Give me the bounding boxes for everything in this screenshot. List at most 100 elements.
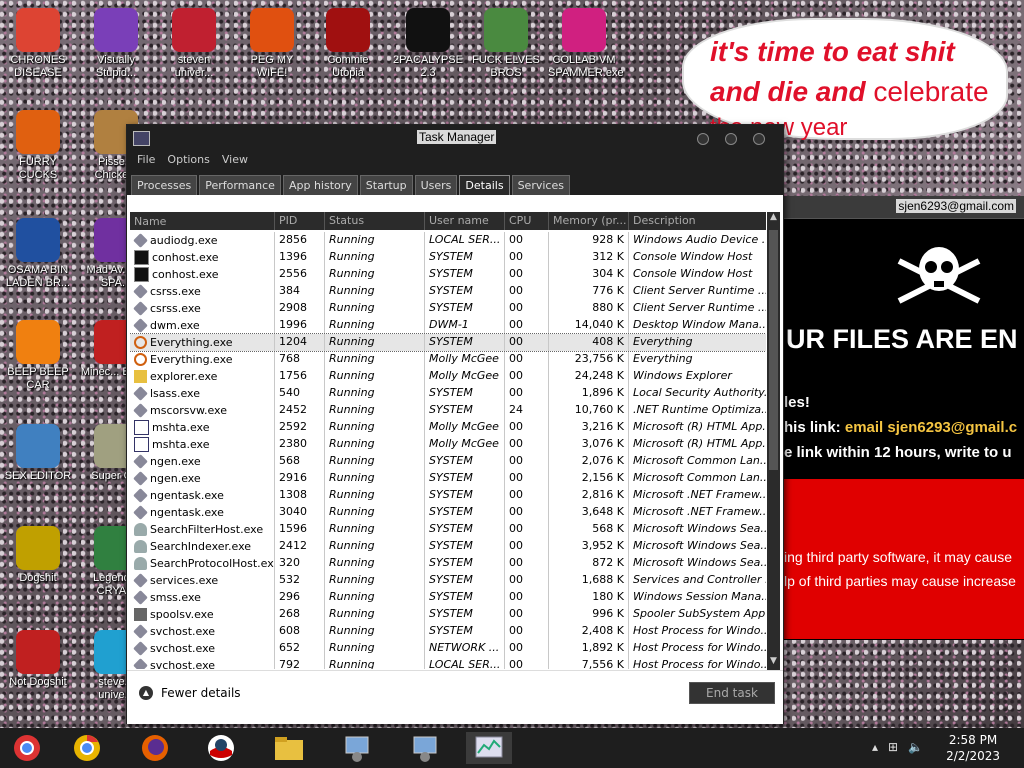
task-manager-titlebar[interactable]: Task Manager <box>127 125 783 151</box>
column-header-description[interactable]: Description <box>629 212 766 230</box>
printer-icon <box>134 608 147 621</box>
process-row[interactable]: services.exe 532 Running SYSTEM 00 1,688 K Ser… <box>130 572 766 589</box>
column-header-memory[interactable]: Memory (pr... <box>549 212 629 230</box>
tab-details[interactable]: Details <box>459 175 510 195</box>
process-name-cell: SearchProtocolHost.exe <box>130 555 275 572</box>
volume-icon[interactable]: 🔈 <box>908 740 923 754</box>
ransom-titlebar[interactable]: sjen6293@gmail.com <box>784 196 1024 219</box>
process-row[interactable]: ngentask.exe 3040 Running SYSTEM 00 3,648 K Mi… <box>130 504 766 521</box>
desktop-icon-hxd[interactable]: SEX EDITOR <box>2 424 74 483</box>
process-desc-cell: Console Window Host <box>633 267 753 280</box>
process-pid-cell: 532 <box>275 572 325 589</box>
taskbar: ▴ ⊞ 🔈 2:58 PM 2/2/2023 <box>0 728 1024 768</box>
desktop-icon-cmd[interactable]: 2PACALYPSE 2.3 <box>392 8 464 80</box>
column-header-pid[interactable]: PID <box>275 212 325 230</box>
process-pid-cell: 2856 <box>275 232 325 249</box>
process-row[interactable]: spoolsv.exe 268 Running SYSTEM 00 996 K Spoole… <box>130 606 766 623</box>
installer-icon <box>413 736 437 762</box>
process-row[interactable]: lsass.exe 540 Running SYSTEM 00 1,896 K Local … <box>130 385 766 402</box>
desktop-icon-label: Dogshit <box>19 572 57 584</box>
minimize-button[interactable] <box>697 133 709 145</box>
process-row[interactable]: svchost.exe 792 Running LOCAL SER... 00 7,556… <box>130 657 766 669</box>
taskbar-installer-1[interactable] <box>334 732 380 764</box>
process-row[interactable]: conhost.exe 1396 Running SYSTEM 00 312 K Conso… <box>130 249 766 266</box>
column-header-user[interactable]: User name <box>425 212 505 230</box>
process-row[interactable]: mscorsvw.exe 2452 Running SYSTEM 24 10,760 K.… <box>130 402 766 419</box>
clock[interactable]: 2:58 PM 2/2/2023 <box>946 732 1000 764</box>
taskbar-chrome[interactable] <box>64 732 110 764</box>
process-row[interactable]: explorer.exe 1756 Running Molly McGee 00 24,2… <box>130 368 766 385</box>
tab-services[interactable]: Services <box>511 175 570 195</box>
task-manager-window: Task Manager File Options View Processes… <box>126 124 784 724</box>
process-row[interactable]: svchost.exe 608 Running SYSTEM 00 2,408 K Host… <box>130 623 766 640</box>
taskbar-firefox[interactable] <box>132 732 178 764</box>
process-row[interactable]: ngen.exe 2916 Running SYSTEM 00 2,156 K Micros… <box>130 470 766 487</box>
desktop-icon-visual-studio[interactable]: Visually Stupid... <box>80 8 152 80</box>
tab-processes[interactable]: Processes <box>131 175 198 195</box>
process-row[interactable]: csrss.exe 384 Running SYSTEM 00 776 K Client S… <box>130 283 766 300</box>
process-row[interactable]: dwm.exe 1996 Running DWM-1 00 14,040 K Desktop… <box>130 317 766 334</box>
process-name: svchost.exe <box>150 642 216 655</box>
task-manager-footer: ▲ Fewer details End task <box>127 670 783 724</box>
taskbar-task-manager[interactable] <box>466 732 512 764</box>
maximize-button[interactable] <box>725 133 737 145</box>
fewer-details-button[interactable]: ▲ Fewer details <box>139 686 241 700</box>
process-row[interactable]: svchost.exe 652 Running NETWORK ... 00 1,892 … <box>130 640 766 657</box>
bubble-line-1: it's time to eat shit <box>710 36 955 67</box>
process-name: csrss.exe <box>150 285 201 298</box>
vertical-scrollbar[interactable]: ▲ ▼ <box>767 212 780 670</box>
process-row[interactable]: smss.exe 296 Running SYSTEM 00 180 K Windows S… <box>130 589 766 606</box>
start-button[interactable] <box>4 732 50 764</box>
desktop-icon-steven-universe[interactable]: steven univer... <box>158 8 230 80</box>
tab-startup[interactable]: Startup <box>359 175 413 195</box>
menu-options[interactable]: Options <box>161 151 215 169</box>
process-cpu-cell: 00 <box>505 623 549 640</box>
process-row[interactable]: mshta.exe 2592 Running Molly McGee 00 3,216 K… <box>130 419 766 436</box>
process-row[interactable]: ngentask.exe 1308 Running SYSTEM 00 2,816 K Mi… <box>130 487 766 504</box>
process-row[interactable]: csrss.exe 2908 Running SYSTEM 00 880 K Client … <box>130 300 766 317</box>
menu-view[interactable]: View <box>216 151 254 169</box>
process-row[interactable]: SearchIndexer.exe 2412 Running SYSTEM 00 3,95… <box>130 538 766 555</box>
process-row[interactable]: SearchFilterHost.exe 1596 Running SYSTEM 00 5… <box>130 521 766 538</box>
tab-users[interactable]: Users <box>414 175 458 195</box>
desktop-icon-peggle[interactable]: PEG MY WIFE! <box>236 8 308 80</box>
column-header-cpu[interactable]: CPU <box>505 212 549 230</box>
process-row[interactable]: mshta.exe 2380 Running Molly McGee 00 3,076 K… <box>130 436 766 453</box>
desktop-icon-dev-cpp-dogshit[interactable]: Dogshit <box>2 526 74 585</box>
column-header-status[interactable]: Status <box>325 212 425 230</box>
desktop-icon-chrome[interactable]: CHRONES DISEASE <box>2 8 74 80</box>
scroll-up-icon[interactable]: ▲ <box>767 212 780 226</box>
process-row[interactable]: Everything.exe 1204 Running SYSTEM 00 408 K Ev… <box>130 333 766 352</box>
process-row[interactable]: conhost.exe 2556 Running SYSTEM 00 304 K Conso… <box>130 266 766 283</box>
process-mem-cell: 2,076 K <box>549 453 629 470</box>
desktop-icon-commie-utopia[interactable]: Commie Utopia <box>312 8 384 80</box>
tab-app-history[interactable]: App history <box>282 175 358 195</box>
column-header-name[interactable]: Name <box>130 212 275 230</box>
desktop-icon-collab-vm[interactable]: COLLAB VM SPAMMER.exe <box>548 8 624 80</box>
desktop-icon-elves[interactable]: FUCK ELVES BROS <box>470 8 542 80</box>
process-row[interactable]: SearchProtocolHost.exe 320 Running SYSTEM 00… <box>130 555 766 572</box>
desktop-icon-vlc[interactable]: BEEP BEEP CAR <box>2 320 74 392</box>
desktop-icon-firefox[interactable]: FURRY CUCKS <box>2 110 74 182</box>
taskbar-obama[interactable] <box>198 732 244 764</box>
process-row[interactable]: Everything.exe 768 Running Molly McGee 00 23,… <box>130 351 766 368</box>
tab-performance[interactable]: Performance <box>199 175 281 195</box>
network-icon[interactable]: ⊞ <box>888 740 898 754</box>
desktop-icon-dev-cpp[interactable]: Not Dogshit <box>2 630 74 689</box>
close-button[interactable] <box>753 133 765 145</box>
process-row[interactable]: ngen.exe 568 Running SYSTEM 00 2,076 K Microso… <box>130 453 766 470</box>
process-name-cell: audiodg.exe <box>130 232 275 249</box>
process-user-cell: SYSTEM <box>425 555 505 572</box>
desktop-icon-obama-logo[interactable]: OSAMA BIN LADEN BR... <box>2 218 74 290</box>
process-name: ngentask.exe <box>150 489 224 502</box>
taskbar-installer-2[interactable] <box>402 732 448 764</box>
scroll-down-icon[interactable]: ▼ <box>767 656 780 670</box>
process-desc-cell: Microsoft Windows Sea... <box>633 556 766 569</box>
end-task-button[interactable]: End task <box>689 682 775 704</box>
process-row[interactable]: audiodg.exe 2856 Running LOCAL SER... 00 928 … <box>130 232 766 249</box>
taskbar-file-explorer[interactable] <box>266 732 312 764</box>
ransom-email-link[interactable]: email sjen6293@gmail.c <box>845 419 1017 436</box>
menu-file[interactable]: File <box>131 151 161 169</box>
show-hidden-icons-icon[interactable]: ▴ <box>872 740 878 754</box>
scrollbar-thumb[interactable] <box>769 230 778 470</box>
